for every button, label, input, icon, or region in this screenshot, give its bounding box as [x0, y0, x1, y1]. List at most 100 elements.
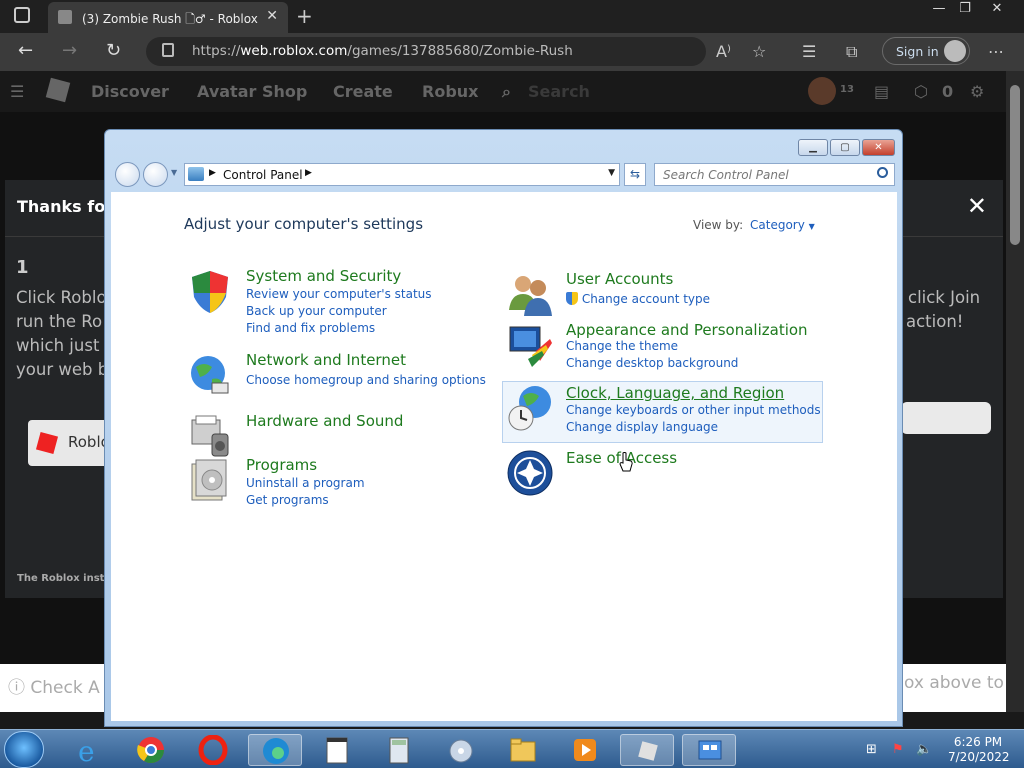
- cp-minimize-button[interactable]: ▁: [798, 139, 828, 156]
- nav-create[interactable]: Create: [333, 82, 393, 101]
- robux-icon[interactable]: ⬡: [914, 82, 928, 101]
- taskbar-explorer[interactable]: [496, 734, 550, 766]
- network-icon[interactable]: ⊞: [866, 742, 877, 757]
- modal-text-line: your web b: [16, 360, 109, 379]
- task-link[interactable]: Uninstall a program: [246, 476, 365, 490]
- settings-more-icon[interactable]: ⋯: [988, 42, 1004, 61]
- ease-of-access-icon: [507, 450, 553, 496]
- refresh-icon[interactable]: ↻: [106, 40, 121, 61]
- category-clock-language-region[interactable]: Clock, Language, and Region Change keybo…: [502, 381, 823, 443]
- scrollbar-thumb[interactable]: [1010, 85, 1020, 245]
- task-link[interactable]: Change keyboards or other input methods: [566, 403, 821, 417]
- category-title[interactable]: User Accounts: [566, 270, 673, 288]
- taskbar-calculator[interactable]: [372, 734, 426, 766]
- menu-icon[interactable]: ☰: [10, 82, 24, 101]
- category-title[interactable]: Hardware and Sound: [246, 412, 403, 430]
- chevron-right-icon[interactable]: ▶: [209, 168, 216, 178]
- task-link[interactable]: Change the theme: [566, 339, 678, 353]
- task-link[interactable]: Get programs: [246, 493, 329, 507]
- category-title[interactable]: Programs: [246, 456, 317, 474]
- calculator-icon: [389, 737, 409, 764]
- cp-search-input[interactable]: Search Control Panel: [654, 163, 895, 186]
- cp-address-bar[interactable]: ▶ Control Panel ▶ ▼: [184, 163, 620, 186]
- page-scrollbar[interactable]: [1006, 71, 1024, 712]
- checkbox-label[interactable]: ⓘ Check A: [8, 673, 100, 698]
- add-favorite-icon[interactable]: ☆: [752, 42, 766, 61]
- roblox-logo-icon[interactable]: [45, 77, 71, 103]
- taskbar-opera[interactable]: [186, 734, 240, 766]
- search-icon[interactable]: [877, 167, 888, 178]
- roblox-launch-button[interactable]: Roblo: [28, 420, 110, 466]
- modal-text-line: run the Ro: [16, 312, 103, 331]
- category-title[interactable]: Appearance and Personalization: [566, 321, 808, 339]
- control-panel-icon: [698, 740, 722, 760]
- modal-text-line: Click Roblo: [16, 288, 107, 307]
- task-link[interactable]: Change desktop background: [566, 356, 738, 370]
- modal-footer-text: The Roblox insta: [17, 573, 112, 584]
- close-tab-icon[interactable]: ✕: [266, 8, 278, 24]
- taskbar-edge[interactable]: [248, 734, 302, 766]
- volume-icon[interactable]: 🔈: [916, 742, 932, 757]
- internet-explorer-icon: e: [78, 735, 95, 765]
- task-link[interactable]: Change display language: [566, 420, 718, 434]
- cp-recent-pages-icon[interactable]: ▼: [171, 168, 177, 177]
- roblox-logo-icon: [35, 431, 59, 455]
- taskbar-media-player[interactable]: [558, 734, 612, 766]
- task-link[interactable]: Back up your computer: [246, 304, 387, 318]
- notifications-icon[interactable]: ▤: [874, 82, 889, 101]
- nav-discover[interactable]: Discover: [91, 82, 169, 101]
- search-icon[interactable]: ⌕: [502, 82, 511, 102]
- users-icon: [509, 276, 552, 316]
- nav-robux[interactable]: Robux: [422, 82, 478, 101]
- address-bar[interactable]: https://web.roblox.com/games/137885680/Z…: [146, 37, 706, 66]
- forward-icon[interactable]: →: [62, 40, 77, 61]
- task-link[interactable]: Choose homegroup and sharing options: [246, 373, 486, 387]
- robux-count: 0: [942, 82, 954, 101]
- taskbar-clock[interactable]: 6:26 PM 7/20/2022: [948, 735, 1010, 765]
- read-aloud-icon[interactable]: A⁾: [716, 42, 731, 61]
- taskbar-chrome[interactable]: [124, 734, 178, 766]
- category-programs: Programs Uninstall a program Get program…: [186, 456, 486, 516]
- cp-refresh-icon[interactable]: ⇆: [624, 163, 646, 186]
- gear-icon[interactable]: ⚙: [970, 82, 984, 101]
- cp-forward-button[interactable]: [143, 162, 168, 187]
- roblox-search-input[interactable]: Search: [528, 82, 590, 101]
- category-title[interactable]: System and Security: [246, 267, 401, 285]
- close-icon[interactable]: ✕: [967, 192, 987, 220]
- appearance-icon: [509, 326, 552, 367]
- printer-speaker-icon: [191, 415, 229, 457]
- collections-icon[interactable]: ⧉: [846, 42, 857, 62]
- task-link[interactable]: Change account type: [566, 292, 710, 306]
- taskbar-control-panel[interactable]: [682, 734, 736, 766]
- chevron-down-icon[interactable]: ▼: [608, 168, 615, 178]
- taskbar-media[interactable]: [434, 734, 488, 766]
- nav-avatar-shop[interactable]: Avatar Shop: [197, 82, 307, 101]
- back-icon[interactable]: ←: [18, 40, 33, 61]
- taskbar-roblox[interactable]: [620, 734, 674, 766]
- view-by-dropdown[interactable]: Category ▼: [750, 218, 815, 232]
- browser-tab-active[interactable]: (3) Zombie Rush 🗋♂ - Roblox ✕: [48, 2, 288, 33]
- cp-breadcrumb[interactable]: Control Panel: [223, 168, 303, 182]
- cp-maximize-button[interactable]: ▢: [830, 139, 860, 156]
- new-tab-icon[interactable]: +: [296, 4, 313, 28]
- chevron-right-icon[interactable]: ▶: [305, 168, 312, 178]
- cp-back-button[interactable]: [115, 162, 140, 187]
- modal-action-button[interactable]: [901, 402, 991, 434]
- cp-close-button[interactable]: ✕: [862, 139, 895, 156]
- start-button[interactable]: [4, 731, 44, 768]
- user-avatar[interactable]: [808, 77, 836, 105]
- task-link[interactable]: Find and fix problems: [246, 321, 375, 335]
- category-title[interactable]: Network and Internet: [246, 351, 406, 369]
- restore-icon[interactable]: ❐: [950, 0, 980, 18]
- task-link[interactable]: Review your computer's status: [246, 287, 432, 301]
- sign-in-button[interactable]: Sign in: [882, 37, 970, 65]
- step-number: 1: [16, 257, 29, 278]
- taskbar-internet-explorer[interactable]: e: [62, 734, 116, 766]
- favorites-icon[interactable]: ☰: [802, 42, 816, 61]
- action-center-icon[interactable]: ⚑: [892, 742, 904, 757]
- category-title[interactable]: Clock, Language, and Region: [566, 384, 784, 402]
- roblox-favicon-icon: [58, 10, 72, 24]
- taskbar-notepad[interactable]: [310, 734, 364, 766]
- close-window-icon[interactable]: ✕: [982, 0, 1012, 18]
- tab-actions-icon[interactable]: [14, 7, 30, 23]
